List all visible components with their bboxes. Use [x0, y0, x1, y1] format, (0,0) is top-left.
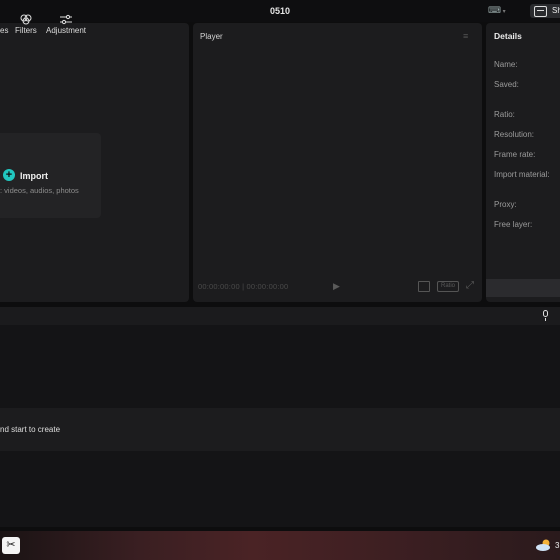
details-modify-button[interactable] [486, 279, 560, 297]
tab-adjustment[interactable]: Adjustment [46, 14, 86, 35]
play-icon[interactable]: ▶ [333, 281, 340, 292]
tab-filters-label: Filters [15, 26, 37, 35]
filters-icon [20, 14, 32, 25]
detail-ratio-label: Ratio: [494, 110, 515, 119]
tab-transitions-label: es [0, 26, 9, 35]
ratio-button[interactable]: Ratio [437, 281, 459, 292]
share-button[interactable]: Sh [530, 4, 560, 18]
layout-menu-button[interactable]: ⌨ ▾ [488, 5, 510, 17]
share-label: Sh [552, 6, 560, 15]
detail-proxy-label: Proxy: [494, 200, 517, 209]
share-icon [534, 6, 547, 17]
fullscreen-icon[interactable]: ⤢ [466, 280, 474, 291]
import-hint: : videos, audios, photos [0, 186, 79, 195]
player-title: Player [200, 32, 223, 41]
detail-frame-rate-label: Frame rate: [494, 150, 536, 159]
tab-adjustment-label: Adjustment [46, 26, 87, 35]
capcut-app-icon[interactable]: ✂ [2, 537, 20, 554]
import-dropzone[interactable] [0, 133, 101, 218]
plus-icon[interactable]: + [3, 169, 15, 181]
microphone-icon[interactable] [542, 310, 549, 321]
detail-resolution-label: Resolution: [494, 130, 535, 139]
detail-saved-label: Saved: [494, 80, 519, 89]
detail-import-material-label: Import material: [494, 170, 550, 179]
tab-filters[interactable]: Filters [15, 14, 37, 35]
keyboard-icon: ⌨ [488, 5, 501, 15]
tab-transitions[interactable]: es [0, 14, 8, 35]
adjustment-sliders-icon [60, 14, 73, 25]
menu-icon[interactable]: ≡ [463, 31, 473, 41]
detail-free-layer-label: Free layer: [494, 220, 533, 229]
chevron-down-icon: ▾ [501, 9, 506, 15]
import-button-label[interactable]: Import [20, 171, 48, 181]
timeline-drop-track[interactable] [0, 408, 560, 451]
weather-cloud-icon[interactable] [535, 538, 553, 552]
timeline-hint: nd start to create [0, 425, 61, 434]
player-timecode: 00:00:00:00 | 00:00:00:00 [198, 282, 289, 291]
details-title: Details [494, 31, 522, 41]
os-taskbar [0, 531, 560, 560]
weather-text: 3 [555, 541, 560, 550]
timeline-toolbar [0, 307, 560, 325]
snapshot-icon[interactable] [418, 281, 430, 292]
detail-name-label: Name: [494, 60, 518, 69]
player-panel [193, 23, 482, 302]
